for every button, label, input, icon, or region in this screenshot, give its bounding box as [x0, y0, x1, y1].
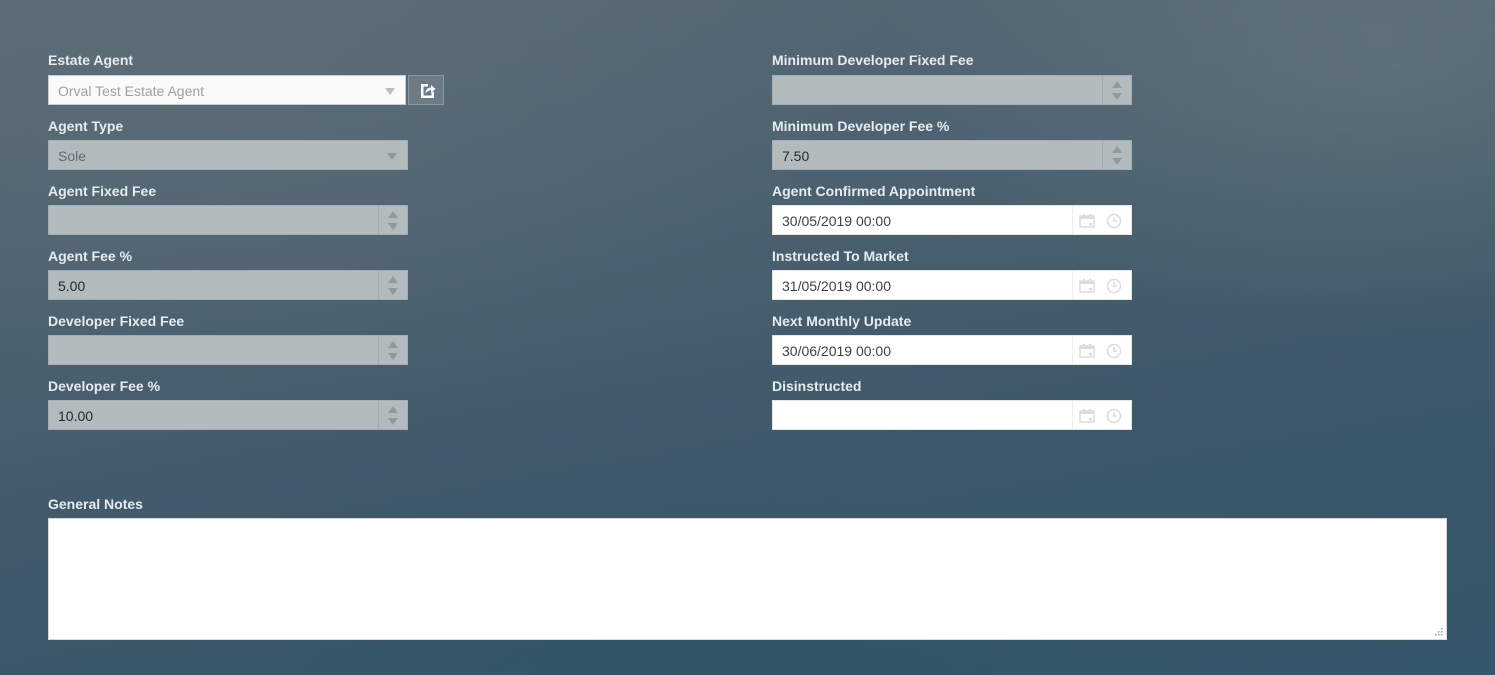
developer-fee-pct-label: Developer Fee % — [48, 378, 161, 394]
agent-fixed-fee-label: Agent Fixed Fee — [48, 183, 157, 199]
spin-down-icon[interactable] — [388, 223, 398, 230]
general-notes-textarea[interactable] — [48, 518, 1447, 640]
disinstructed-label: Disinstructed — [772, 378, 862, 394]
instructed-to-market-value: 31/05/2019 00:00 — [782, 278, 891, 294]
developer-fee-pct-value: 10.00 — [58, 408, 94, 424]
spin-up-icon[interactable] — [388, 211, 398, 218]
open-external-icon — [421, 84, 436, 98]
clock-icon[interactable] — [1106, 408, 1122, 424]
open-estate-agent-button[interactable] — [408, 75, 444, 105]
spinner[interactable] — [378, 271, 407, 299]
spin-down-icon[interactable] — [388, 353, 398, 360]
spinner[interactable] — [378, 206, 407, 234]
agent-fixed-fee-input[interactable] — [48, 205, 408, 235]
next-monthly-update-value: 30/06/2019 00:00 — [782, 343, 891, 359]
estate-agent-label: Estate Agent — [48, 52, 134, 68]
estate-agent-value: Orval Test Estate Agent — [58, 83, 205, 99]
agent-fee-pct-label: Agent Fee % — [48, 248, 133, 264]
chevron-down-icon — [385, 88, 395, 95]
agent-fee-pct-value: 5.00 — [58, 278, 86, 294]
spin-up-icon[interactable] — [1112, 146, 1122, 153]
min-developer-fixed-fee-label: Minimum Developer Fixed Fee — [772, 52, 974, 68]
resize-grip-icon[interactable] — [1434, 627, 1444, 637]
spin-down-icon[interactable] — [388, 288, 398, 295]
calendar-icon[interactable] — [1079, 279, 1095, 293]
agent-fee-pct-input[interactable]: 5.00 — [48, 270, 408, 300]
estate-agent-dropdown[interactable]: Orval Test Estate Agent — [48, 75, 406, 105]
agent-type-label: Agent Type — [48, 118, 124, 134]
min-developer-fee-pct-input[interactable]: 7.50 — [772, 140, 1132, 170]
min-developer-fee-pct-label: Minimum Developer Fee % — [772, 118, 950, 134]
spinner[interactable] — [378, 401, 407, 429]
calendar-icon[interactable] — [1079, 344, 1095, 358]
agent-confirmed-appointment-input[interactable]: 30/05/2019 00:00 — [772, 205, 1132, 235]
disinstructed-input[interactable] — [772, 400, 1132, 430]
chevron-down-icon — [387, 153, 397, 160]
agent-type-dropdown[interactable]: Sole — [48, 140, 408, 170]
calendar-icon[interactable] — [1079, 409, 1095, 423]
instructed-to-market-label: Instructed To Market — [772, 248, 909, 264]
clock-icon[interactable] — [1106, 278, 1122, 294]
spinner[interactable] — [378, 336, 407, 364]
developer-fixed-fee-label: Developer Fixed Fee — [48, 313, 185, 329]
spin-up-icon[interactable] — [388, 406, 398, 413]
agent-type-value: Sole — [58, 148, 87, 164]
spin-up-icon[interactable] — [1112, 81, 1122, 88]
datetime-buttons — [1072, 401, 1131, 429]
spinner[interactable] — [1102, 76, 1131, 104]
datetime-buttons — [1072, 336, 1131, 364]
agent-confirmed-appointment-value: 30/05/2019 00:00 — [782, 213, 891, 229]
general-notes-label: General Notes — [48, 496, 143, 512]
datetime-buttons — [1072, 271, 1131, 299]
min-developer-fixed-fee-input[interactable] — [772, 75, 1132, 105]
datetime-buttons — [1072, 206, 1131, 234]
clock-icon[interactable] — [1106, 213, 1122, 229]
clock-icon[interactable] — [1106, 343, 1122, 359]
developer-fixed-fee-input[interactable] — [48, 335, 408, 365]
instructed-to-market-input[interactable]: 31/05/2019 00:00 — [772, 270, 1132, 300]
spinner[interactable] — [1102, 141, 1131, 169]
spin-down-icon[interactable] — [1112, 93, 1122, 100]
spin-down-icon[interactable] — [388, 418, 398, 425]
spin-up-icon[interactable] — [388, 276, 398, 283]
spin-down-icon[interactable] — [1112, 158, 1122, 165]
min-developer-fee-pct-value: 7.50 — [782, 148, 810, 164]
next-monthly-update-input[interactable]: 30/06/2019 00:00 — [772, 335, 1132, 365]
calendar-icon[interactable] — [1079, 214, 1095, 228]
next-monthly-update-label: Next Monthly Update — [772, 313, 912, 329]
agent-confirmed-appointment-label: Agent Confirmed Appointment — [772, 183, 976, 199]
spin-up-icon[interactable] — [388, 341, 398, 348]
developer-fee-pct-input[interactable]: 10.00 — [48, 400, 408, 430]
